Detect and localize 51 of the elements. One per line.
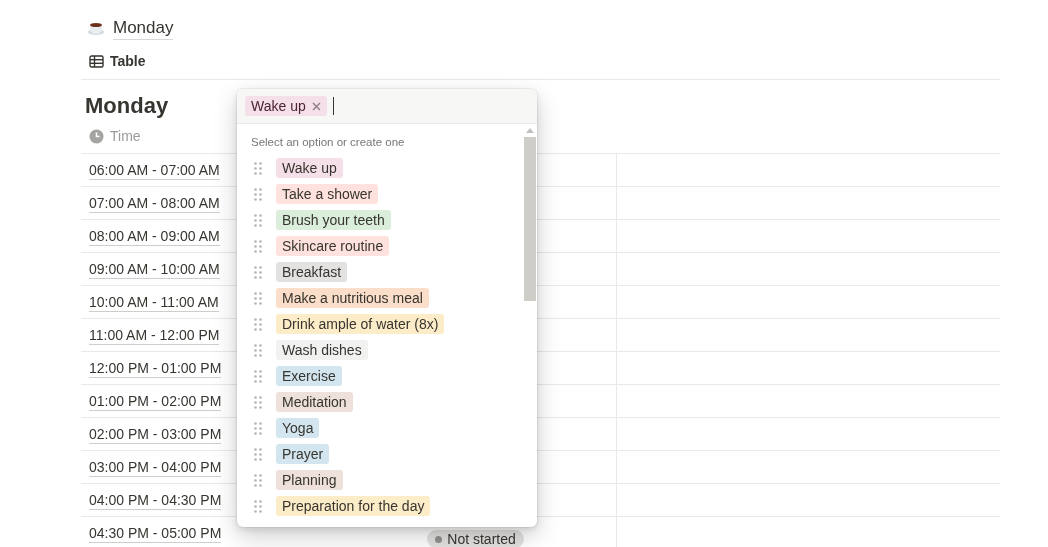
coffee-cup-icon xyxy=(87,20,105,36)
option-tag[interactable]: Make a nutritious meal xyxy=(276,288,429,308)
option-tag[interactable]: Wake up xyxy=(276,158,343,178)
drag-handle-icon[interactable] xyxy=(254,161,262,175)
option-tag[interactable]: Wash dishes xyxy=(276,340,368,360)
table-icon xyxy=(89,55,104,68)
time-cell: 06:00 AM - 07:00 AM xyxy=(89,160,220,180)
tag-input-field[interactable]: Wake up xyxy=(237,89,537,124)
drag-handle-icon[interactable] xyxy=(254,395,262,409)
time-cell: 08:00 AM - 09:00 AM xyxy=(89,226,220,246)
option-tag[interactable]: Exercise xyxy=(276,366,342,386)
remove-icon[interactable] xyxy=(311,101,321,111)
time-cell: 02:00 PM - 03:00 PM xyxy=(89,424,222,444)
drag-handle-icon[interactable] xyxy=(254,213,262,227)
time-cell: 07:00 AM - 08:00 AM xyxy=(89,193,220,213)
drag-handle-icon[interactable] xyxy=(254,421,262,435)
time-cell: 01:00 PM - 02:00 PM xyxy=(89,391,222,411)
time-cell: 12:00 PM - 01:00 PM xyxy=(89,358,222,378)
drag-handle-icon[interactable] xyxy=(254,473,262,487)
view-tab[interactable]: Table xyxy=(81,47,154,76)
clock-icon xyxy=(89,129,104,144)
status-tag: Not started xyxy=(427,530,524,547)
drag-handle-icon[interactable] xyxy=(254,447,262,461)
time-cell: 10:00 AM - 11:00 AM xyxy=(89,292,219,312)
option-tag[interactable]: Yoga xyxy=(276,418,320,438)
time-cell: 04:00 PM - 04:30 PM xyxy=(89,490,222,510)
option-tag[interactable]: Prayer xyxy=(276,444,330,464)
option-tag[interactable]: Brush your teeth xyxy=(276,210,391,230)
drag-handle-icon[interactable] xyxy=(254,499,262,513)
table-title: Monday xyxy=(84,92,169,120)
option-tag[interactable]: Skincare routine xyxy=(276,236,390,256)
drag-handle-icon[interactable] xyxy=(254,239,262,253)
option-tag[interactable]: Meditation xyxy=(276,392,353,412)
option-tag[interactable]: Breakfast xyxy=(276,262,348,282)
time-cell: 09:00 AM - 10:00 AM xyxy=(89,259,220,279)
drag-handle-icon[interactable] xyxy=(254,317,262,331)
time-cell: 03:00 PM - 04:00 PM xyxy=(89,457,222,477)
selected-tag: Wake up xyxy=(245,96,327,116)
option-tag[interactable]: Drink ample of water (8x) xyxy=(276,314,445,334)
option-tag[interactable]: Take a shower xyxy=(276,184,379,204)
drag-handle-icon[interactable] xyxy=(254,265,262,279)
time-cell: 04:30 PM - 05:00 PM xyxy=(89,523,222,543)
drag-handle-icon[interactable] xyxy=(254,291,262,305)
option-tag[interactable]: Planning xyxy=(276,470,343,490)
menu-hint: Select an option or create one xyxy=(250,135,406,150)
option-tag[interactable]: Preparation for the day xyxy=(276,496,431,516)
drag-handle-icon[interactable] xyxy=(254,343,262,357)
page-title[interactable]: Monday xyxy=(113,16,174,40)
drag-handle-icon[interactable] xyxy=(254,369,262,383)
drag-handle-icon[interactable] xyxy=(254,187,262,201)
time-cell: 11:00 AM - 12:00 PM xyxy=(89,325,220,345)
